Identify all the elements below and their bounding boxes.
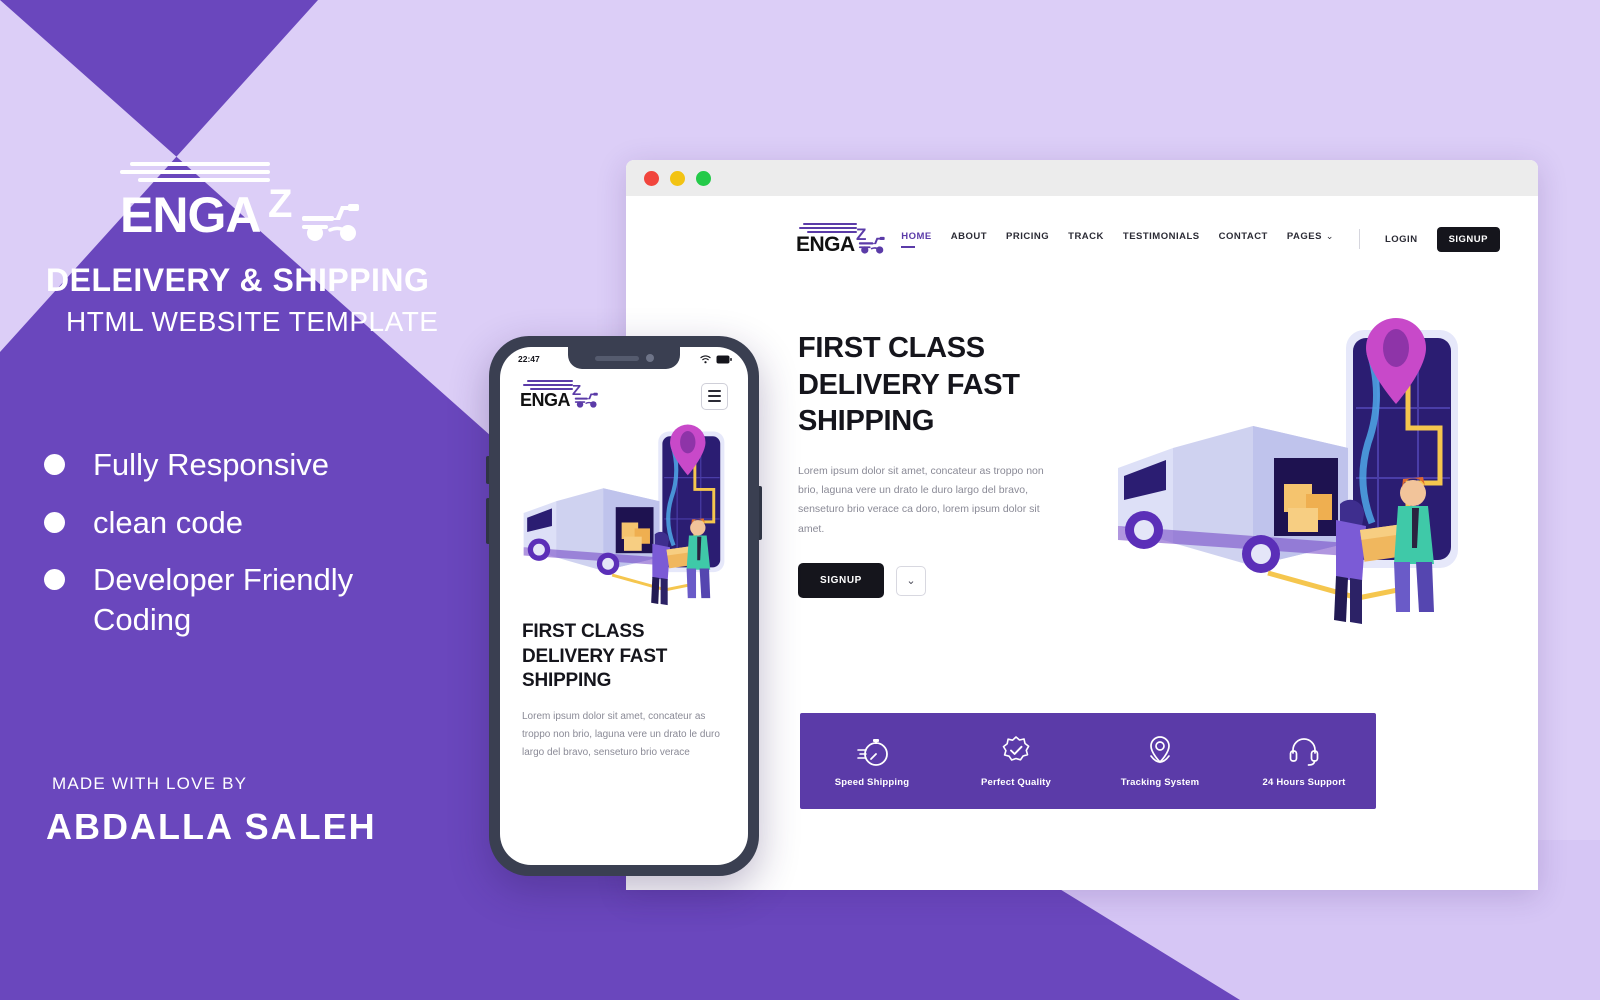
- credit-label: MADE WITH LOVE BY: [52, 774, 248, 793]
- phone-mockup: 22:47 ENGA Z FIRST CLASS DELIVERY FAST S…: [486, 336, 762, 876]
- bullet-icon: [44, 511, 65, 533]
- phone-hero-title: FIRST CLASS DELIVERY FAST SHIPPING: [522, 621, 668, 692]
- nav-item-contact[interactable]: CONTACT: [1219, 231, 1268, 248]
- hero-section: FIRST CLASS DELIVERY FAST SHIPPING Lorem…: [626, 268, 1538, 643]
- browser-viewport: ENGA Z HOME ABOUT PRICING TRACK TESTIMON…: [626, 196, 1538, 890]
- chevron-down-icon: ⌄: [906, 575, 916, 588]
- bullet-icon: [44, 569, 65, 591]
- browser-window-mockup: ENGA Z HOME ABOUT PRICING TRACK TESTIMON…: [626, 160, 1538, 890]
- phone-notch: [568, 347, 680, 369]
- feature-highlight-bar: Speed Shipping Perfect Quality Tracking …: [800, 713, 1376, 809]
- site-nav-menu: HOME ABOUT PRICING TRACK TESTIMONIALS CO…: [901, 226, 1500, 252]
- delivery-isometric-illustration: [523, 424, 725, 606]
- nav-item-about[interactable]: ABOUT: [951, 231, 987, 248]
- site-logo[interactable]: ENGA Z: [796, 221, 888, 257]
- hero-paragraph: Lorem ipsum dolor sit amet, concateur as…: [798, 464, 1044, 535]
- chevron-down-icon: ⌄: [1325, 230, 1334, 241]
- nav-item-pricing[interactable]: PRICING: [1006, 231, 1049, 248]
- earpiece-speaker: [594, 355, 639, 361]
- scooter-icon: [302, 204, 359, 241]
- maximize-window-dot[interactable]: [696, 170, 711, 186]
- map-pin-icon: [1150, 736, 1170, 764]
- hero-copy: FIRST CLASS DELIVERY FAST SHIPPING Lorem…: [798, 308, 1078, 643]
- feature-label: Developer Friendly Coding: [93, 562, 354, 638]
- phone-power-button[interactable]: [759, 486, 762, 540]
- status-time: 22:47: [518, 354, 540, 364]
- site-logo-word: ENGA: [796, 233, 855, 256]
- promo-banner: ENGA Z DELEIVERY & SHIPPING HTML WEBSITE…: [0, 0, 1600, 1000]
- badge-check-icon: [1002, 736, 1030, 761]
- phone-navbar: ENGA Z: [500, 364, 748, 412]
- credit-author-name: ABDALLA SALEH: [46, 806, 377, 847]
- wifi-icon: [700, 354, 711, 363]
- feature-tracking-system[interactable]: Tracking System: [1088, 734, 1232, 788]
- phone-screen: 22:47 ENGA Z FIRST CLASS DELIVERY FAST S…: [500, 347, 748, 865]
- feature-speed-shipping[interactable]: Speed Shipping: [800, 734, 944, 788]
- phone-hero-paragraph: Lorem ipsum dolor sit amet, concateur as…: [522, 711, 720, 759]
- stopwatch-icon: [857, 739, 888, 766]
- feature-label: 24 Hours Support: [1262, 777, 1346, 788]
- browser-titlebar: [626, 160, 1538, 196]
- phone-logo-word: ENGA: [520, 390, 571, 410]
- feature-support[interactable]: 24 Hours Support: [1232, 734, 1376, 788]
- phone-volume-button[interactable]: [486, 498, 489, 544]
- feature-label: Perfect Quality: [980, 777, 1052, 788]
- nav-item-track[interactable]: TRACK: [1068, 231, 1104, 248]
- delivery-isometric-illustration: [1118, 318, 1458, 624]
- phone-hero-illustration: [500, 418, 748, 614]
- headset-icon: [1289, 738, 1319, 766]
- promo-tagline: DELEIVERY & SHIPPING: [46, 262, 430, 298]
- site-navbar: ENGA Z HOME ABOUT PRICING TRACK TESTIMON…: [626, 210, 1538, 268]
- minimize-window-dot[interactable]: [670, 170, 685, 186]
- scooter-icon: [858, 236, 885, 254]
- front-camera-icon: [645, 354, 654, 362]
- battery-icon: [716, 355, 732, 363]
- login-link[interactable]: LOGIN: [1385, 234, 1418, 245]
- nav-item-home[interactable]: HOME: [901, 231, 932, 248]
- phone-logo[interactable]: ENGA Z: [520, 380, 600, 412]
- hero-title: FIRST CLASS DELIVERY FAST SHIPPING: [798, 332, 1020, 438]
- status-indicators: [700, 354, 732, 364]
- hero-illustration: [1078, 308, 1538, 643]
- hero-actions: SIGNUP ⌄: [798, 563, 1078, 599]
- promo-logo: ENGA Z: [120, 162, 360, 248]
- feature-label: Fully Responsive: [93, 447, 330, 482]
- hero-signup-button[interactable]: SIGNUP: [798, 563, 884, 599]
- scooter-icon: [574, 392, 598, 408]
- feature-perfect-quality[interactable]: Perfect Quality: [944, 734, 1088, 788]
- hamburger-icon[interactable]: [701, 382, 728, 410]
- feature-label: clean code: [93, 504, 243, 540]
- nav-divider: [1358, 229, 1360, 249]
- nav-item-testimonials[interactable]: TESTIMONIALS: [1123, 231, 1200, 248]
- nav-item-pages-label: PAGES: [1286, 230, 1322, 242]
- hero-dropdown-button[interactable]: ⌄: [895, 565, 926, 596]
- bullet-icon: [44, 454, 65, 475]
- nav-item-pages[interactable]: PAGES ⌄: [1287, 231, 1334, 248]
- phone-mute-button[interactable]: [486, 456, 489, 484]
- list-item: Developer Friendly Coding: [44, 560, 564, 639]
- promo-logo-accent: Z: [268, 182, 293, 226]
- close-window-dot[interactable]: [644, 170, 659, 186]
- signup-button[interactable]: SIGNUP: [1436, 226, 1500, 252]
- promo-logo-word: ENGA: [120, 187, 261, 243]
- promo-subtagline: HTML WEBSITE TEMPLATE: [66, 306, 439, 337]
- feature-label: Tracking System: [1120, 777, 1200, 788]
- feature-label: Speed Shipping: [834, 777, 910, 788]
